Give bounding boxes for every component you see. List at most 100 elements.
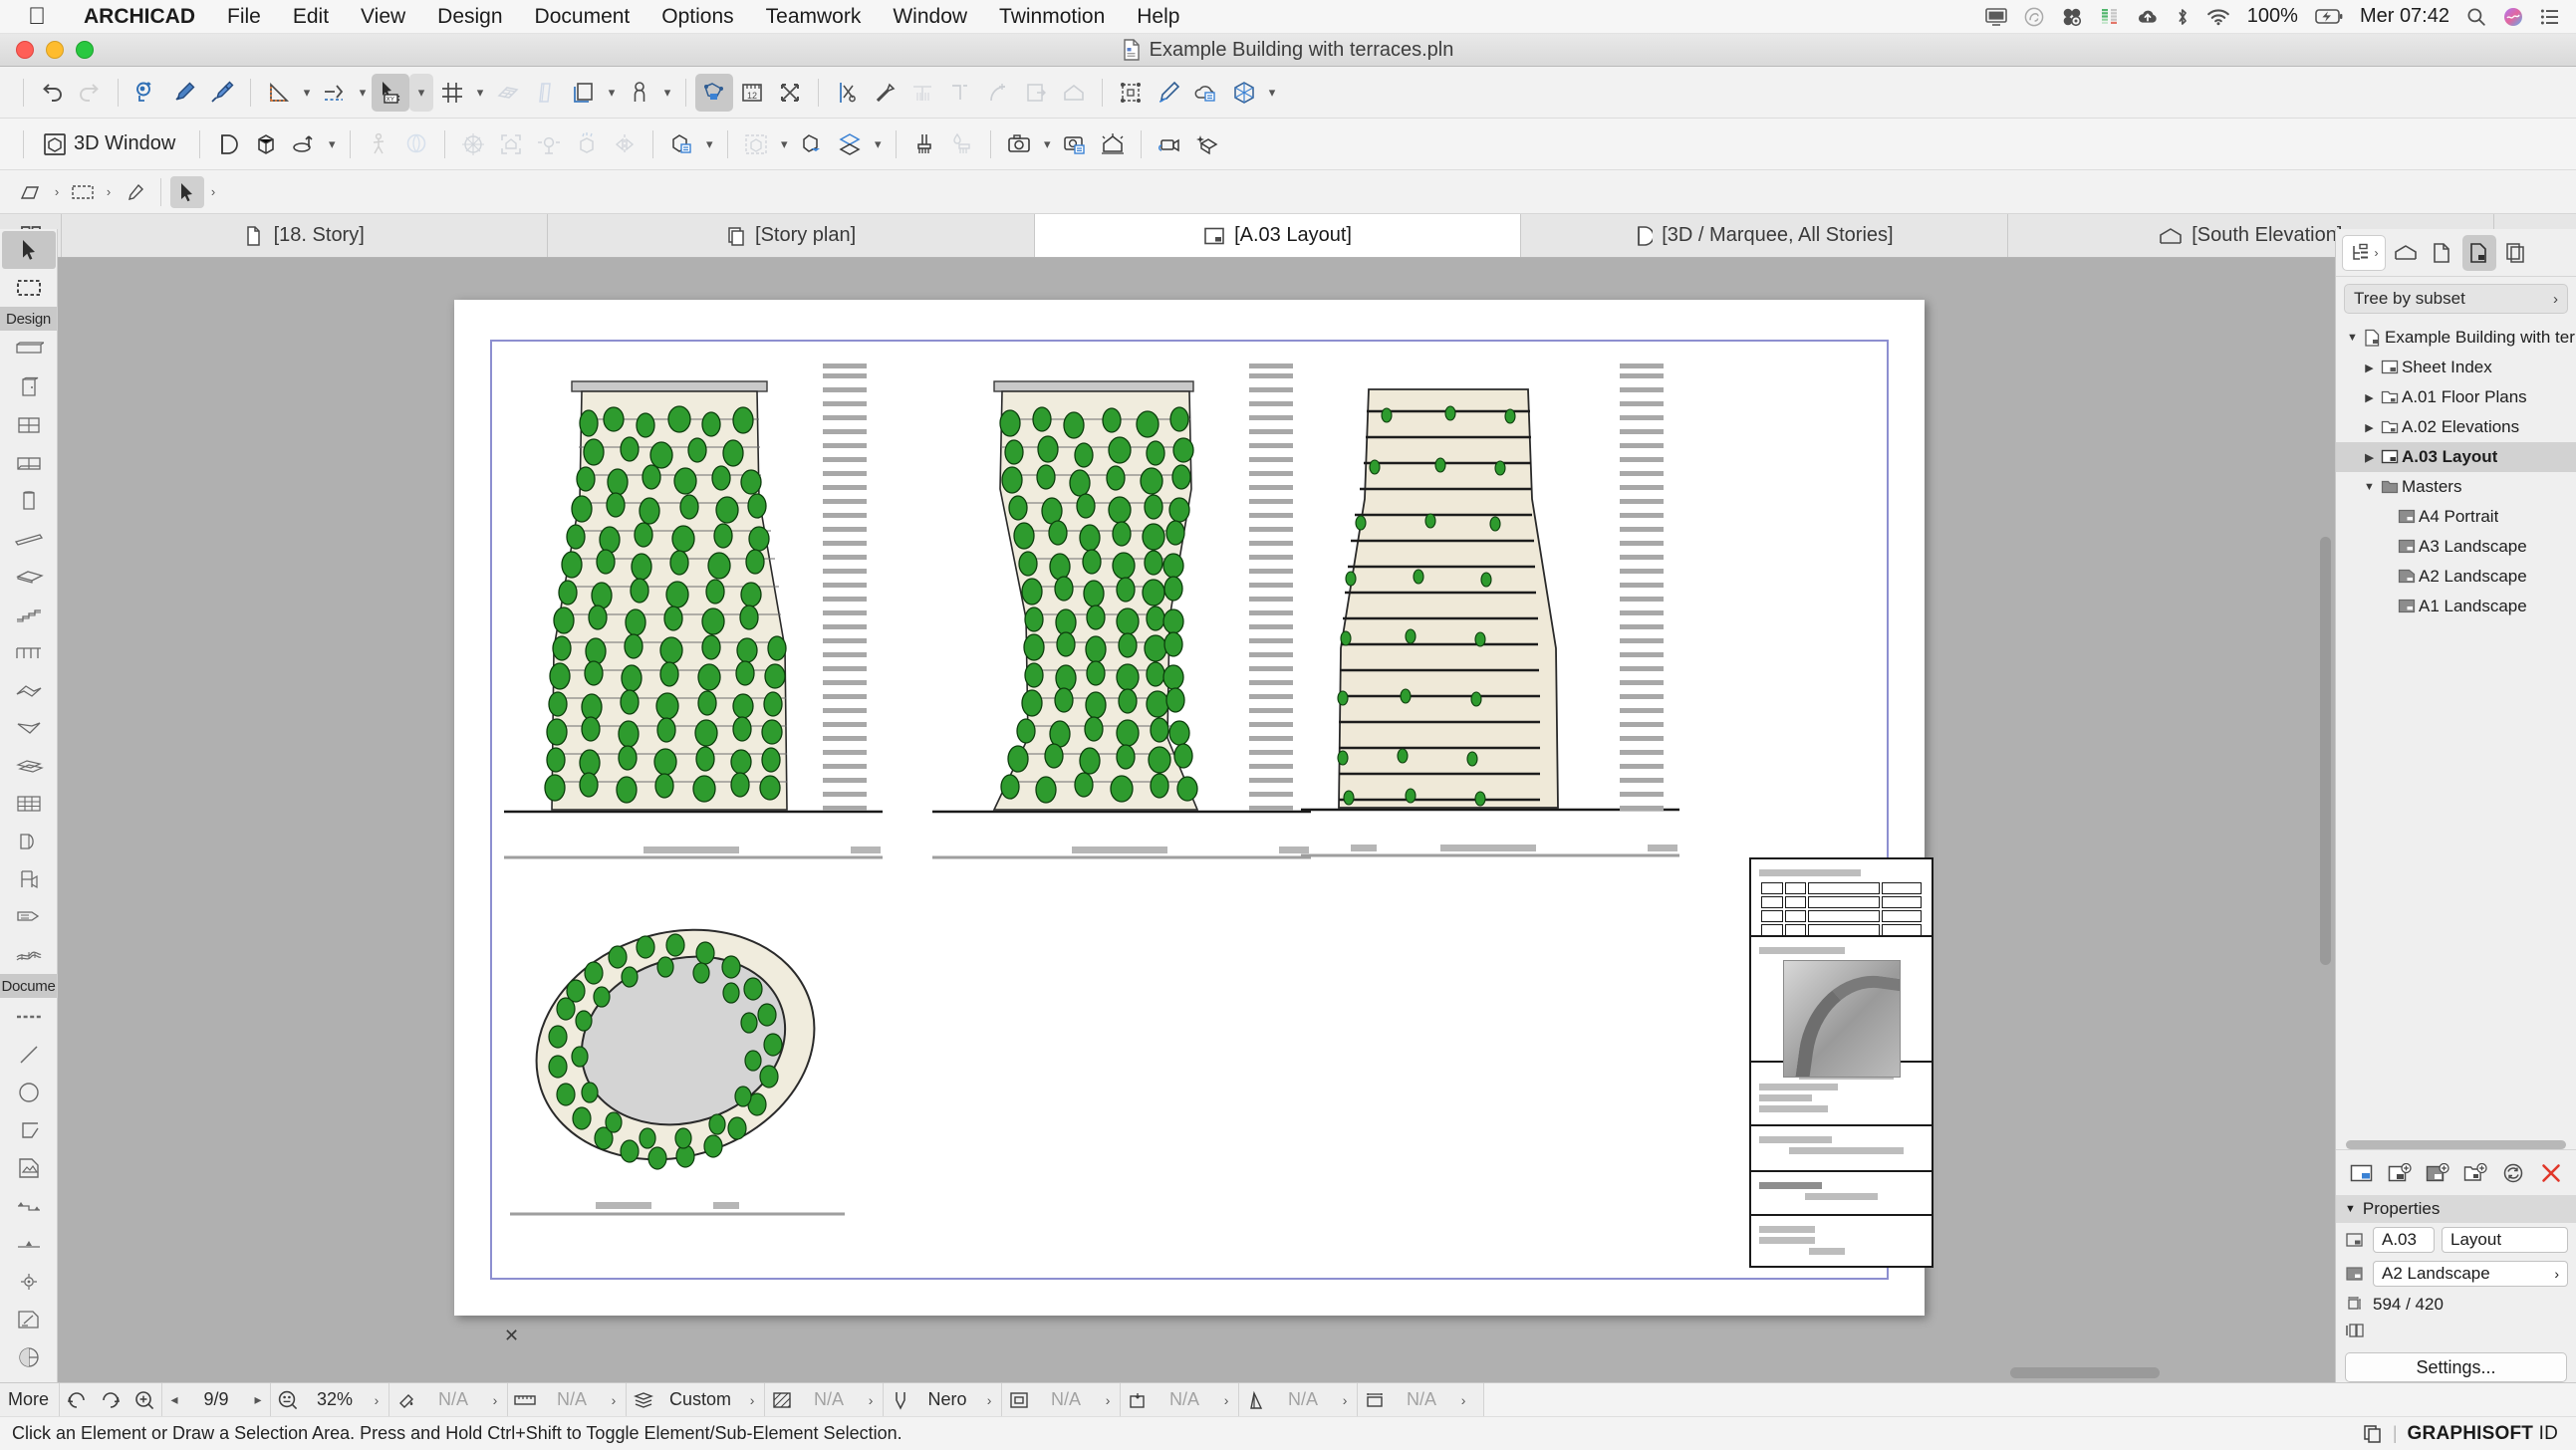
photorender-chevron-down-icon[interactable]: ▾ <box>1038 125 1056 163</box>
inject-parameters-button[interactable] <box>203 74 241 112</box>
creative-cloud-icon[interactable] <box>2024 7 2044 27</box>
navigator-options-button[interactable]: › <box>2342 235 2386 271</box>
menu-document[interactable]: Document <box>519 5 646 29</box>
pen-color-value[interactable]: Nero <box>917 1389 977 1410</box>
chevron-right-icon[interactable]: ▶ <box>2361 451 2378 464</box>
object-tool[interactable] <box>2 860 56 898</box>
shell-tool[interactable] <box>2 709 56 747</box>
delete-button[interactable] <box>2534 1155 2567 1191</box>
slab-tool[interactable] <box>2 558 56 596</box>
3d-doc-chevron-down-icon[interactable]: ▾ <box>1263 74 1281 112</box>
menu-view[interactable]: View <box>345 5 421 29</box>
drawing-chevron-right-icon[interactable]: › <box>48 173 66 211</box>
surface-paint-button[interactable] <box>943 125 981 163</box>
tree-item-sheet-index[interactable]: ▶ Sheet Index <box>2336 353 2576 382</box>
menu-design[interactable]: Design <box>421 5 518 29</box>
ruler-small-icon[interactable] <box>508 1391 542 1409</box>
arrow-chevron-right-icon[interactable]: › <box>204 173 222 211</box>
wall-tool[interactable] <box>2 331 56 368</box>
toolbox-group-design-label[interactable]: Design <box>0 307 58 331</box>
graphisoft-copy-icon[interactable] <box>2363 1424 2383 1444</box>
intersection-button[interactable] <box>771 74 809 112</box>
layer-chevron-right-icon[interactable]: › <box>740 1392 764 1408</box>
pen-chevron-right-icon[interactable]: › <box>977 1392 1001 1408</box>
tree-item-a3-landscape[interactable]: A3 Landscape <box>2336 532 2576 562</box>
trim-button[interactable] <box>828 74 866 112</box>
dimension-tool[interactable] <box>2 998 56 1036</box>
canvas-vertical-scrollbar[interactable] <box>2320 537 2331 965</box>
explore-mode-button[interactable] <box>397 125 435 163</box>
grid-snap-button[interactable] <box>433 74 471 112</box>
menu-help[interactable]: Help <box>1121 5 1195 29</box>
properties-section-header[interactable]: ▼ Properties <box>2336 1195 2576 1223</box>
structure-chevron-right-icon[interactable]: › <box>1333 1392 1357 1408</box>
redo-button[interactable] <box>71 74 109 112</box>
title-block-thumbnail-section[interactable] <box>1751 937 1932 1063</box>
fit-in-window-button[interactable] <box>492 125 530 163</box>
menu-edit[interactable]: Edit <box>277 5 345 29</box>
battery-charging-icon[interactable] <box>2315 8 2343 25</box>
status-horizontal-scrollbar[interactable] <box>1483 1383 2576 1417</box>
orbit-button[interactable] <box>285 125 323 163</box>
marquee-tool[interactable] <box>2 269 56 307</box>
siri-icon[interactable] <box>2503 7 2523 27</box>
detail-tool[interactable] <box>2 1263 56 1301</box>
orbit-chevron-down-icon[interactable]: ▾ <box>323 125 341 163</box>
coordinate-chevron-down-icon[interactable]: ▾ <box>409 74 433 112</box>
magnifier-plus-icon[interactable] <box>128 1389 161 1411</box>
align-chevron-down-icon[interactable]: ▾ <box>354 74 372 112</box>
title-block-signature-section[interactable] <box>1751 1216 1932 1268</box>
height-chevron-right-icon[interactable]: › <box>1451 1392 1475 1408</box>
section-tool[interactable] <box>2 1338 56 1376</box>
window-tool[interactable] <box>2 406 56 444</box>
spotlight-search-icon[interactable] <box>2466 7 2486 27</box>
master-layout-selector[interactable]: A2 Landscape › <box>2373 1261 2568 1287</box>
search-zoom-button[interactable] <box>128 74 165 112</box>
3d-window-button[interactable]: 3D Window <box>33 125 190 163</box>
split-button[interactable] <box>903 74 941 112</box>
marquee-chevron-right-icon[interactable]: › <box>100 173 118 211</box>
new-master-button[interactable] <box>2421 1155 2453 1191</box>
tab-a03-layout[interactable]: [A.03 Layout] <box>1035 214 1521 257</box>
graphisoft-id-area[interactable]: | GRAPHISOFT ID <box>2363 1423 2576 1445</box>
layout-name-field[interactable]: Layout <box>2442 1227 2568 1253</box>
graphisoft-id-label[interactable]: GRAPHISOFT ID <box>2408 1423 2558 1445</box>
menu-window[interactable]: Window <box>877 5 983 29</box>
zoom-level-value[interactable]: 32% <box>305 1389 365 1410</box>
tree-item-a02-elevations[interactable]: ▶ A.02 Elevations <box>2336 412 2576 442</box>
navigator-tree[interactable]: ▼ Example Building with terr ▶ Sheet Ind… <box>2336 321 2576 1134</box>
tree-item-a1-landscape[interactable]: A1 Landscape <box>2336 592 2576 621</box>
lamp-tool[interactable] <box>2 898 56 936</box>
pick-up-parameters-button[interactable] <box>165 74 203 112</box>
adjust-button[interactable] <box>866 74 903 112</box>
stair-tool[interactable] <box>2 596 56 633</box>
tree-item-a2-landscape[interactable]: A2 Landscape <box>2336 562 2576 592</box>
menu-options[interactable]: Options <box>645 5 749 29</box>
canvas-horizontal-scrollbar[interactable] <box>2010 1367 2160 1378</box>
eyedropper-small-icon[interactable] <box>118 176 151 208</box>
3d-settings-chevron-down-icon[interactable]: ▾ <box>700 125 718 163</box>
layer-value[interactable]: Custom <box>660 1389 740 1410</box>
tab-story-plan[interactable]: [Story plan] <box>548 214 1034 257</box>
status-more-label[interactable]: More <box>0 1389 59 1410</box>
chevron-right-icon[interactable]: ▶ <box>2361 421 2378 434</box>
tab-18-story[interactable]: [18. Story] <box>62 214 548 257</box>
insert-node-button[interactable] <box>1017 74 1055 112</box>
mirror-3d-button[interactable] <box>606 125 644 163</box>
sun-study-button[interactable] <box>1094 125 1132 163</box>
layout-book-button[interactable] <box>2462 235 2496 271</box>
mesh-tool[interactable] <box>2 936 56 974</box>
perspective-button[interactable] <box>247 125 285 163</box>
level-dimension-tool[interactable] <box>2 1187 56 1225</box>
fill-pen-icon[interactable] <box>389 1389 423 1411</box>
align-tool-button[interactable] <box>316 74 354 112</box>
building-material-chevron-right-icon[interactable]: › <box>1214 1392 1238 1408</box>
layout-canvas[interactable]: ✕ <box>58 258 2335 1382</box>
zone-tool[interactable] <box>2 823 56 860</box>
control-center-icon[interactable] <box>2540 8 2560 26</box>
pen-nib-icon[interactable] <box>884 1389 917 1411</box>
layout-id-field[interactable]: A.03 <box>2373 1227 2435 1253</box>
tree-item-a01-floor-plans[interactable]: ▶ A.01 Floor Plans <box>2336 382 2576 412</box>
dashed-marquee-icon[interactable] <box>66 176 100 208</box>
door-tool[interactable] <box>2 368 56 406</box>
